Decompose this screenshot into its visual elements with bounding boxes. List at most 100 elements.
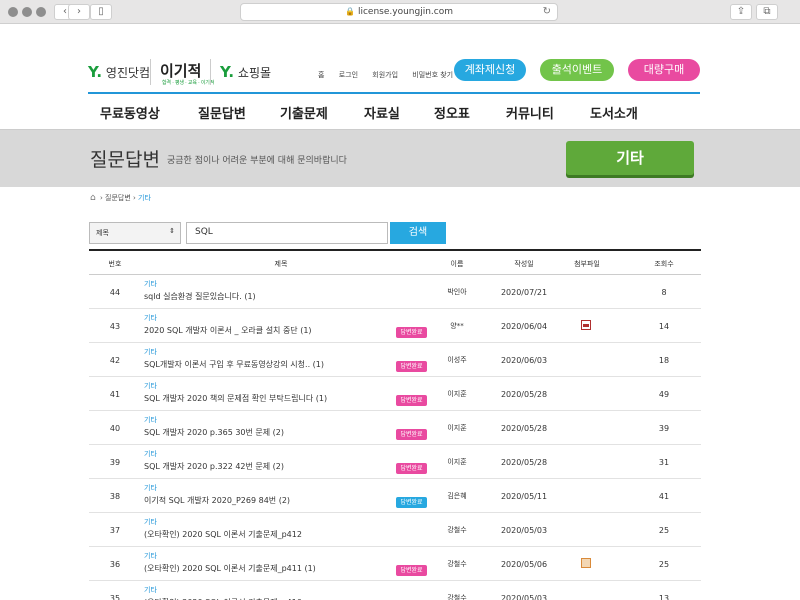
image-attachment-icon[interactable] [581, 558, 591, 568]
row-date: 2020/06/03 [500, 356, 548, 365]
row-author: 양** [450, 322, 464, 330]
row-category: 기타 [144, 586, 157, 594]
minimize-window-button[interactable] [22, 7, 32, 17]
header-views: 조회수 [654, 260, 674, 268]
igijeok-logo[interactable]: 이기적 [160, 60, 201, 81]
login-link[interactable]: 로그인 [339, 71, 358, 79]
row-title-link[interactable]: 이기적 SQL 개발자 2020_P269 84번 (2) [144, 495, 290, 506]
row-views: 13 [658, 594, 670, 600]
breadcrumb-current[interactable]: 기타 [138, 194, 151, 202]
bulk-purchase-button[interactable]: 대량구매 [628, 59, 700, 81]
row-title-link[interactable]: (오타확인) 2020 SQL 이론서 기출문제_p412 [144, 529, 302, 540]
breadcrumb-item[interactable]: 질문답변 [105, 194, 131, 202]
search-button[interactable]: 검색 [390, 222, 446, 244]
row-author: 이성주 [447, 356, 467, 364]
page-banner: 질문답변 궁금한 점이나 어려운 부분에 대해 문의바랍니다 기타 [0, 129, 800, 187]
attendance-event-button[interactable]: 출석이벤트 [540, 59, 614, 81]
home-icon[interactable]: ⌂ [90, 193, 96, 203]
row-views: 8 [661, 288, 667, 297]
header-title: 제목 [274, 260, 288, 268]
menu-errata[interactable]: 정오표 [434, 103, 470, 122]
row-date: 2020/05/28 [500, 424, 548, 433]
row-author: 강철수 [447, 560, 467, 568]
zoom-window-button[interactable] [36, 7, 46, 17]
sidebar-icon[interactable]: ▯ [90, 4, 112, 20]
page-description: 궁금한 점이나 어려운 부분에 대해 문의바랍니다 [167, 156, 347, 166]
header-num: 번호 [108, 260, 122, 268]
row-date: 2020/07/21 [500, 288, 548, 297]
menu-books[interactable]: 도서소개 [590, 103, 638, 122]
answered-badge: 답변완료 [396, 565, 427, 576]
address-bar[interactable]: 🔒 license.youngjin.com ↻ [240, 3, 558, 21]
row-title-link[interactable]: SQL 개발자 2020 책의 문제점 확인 부탁드립니다 (1) [144, 393, 327, 404]
category-button[interactable]: 기타 [566, 141, 694, 175]
header-date: 작성일 [514, 260, 534, 268]
row-views: 14 [658, 322, 670, 331]
table-row[interactable]: 35기타(오타확인) 2020 SQL 이론서 기출문제_p410강철수2020… [89, 581, 701, 600]
answered-badge: 답변완료 [396, 327, 427, 338]
row-views: 41 [658, 492, 670, 501]
signup-link[interactable]: 회원가입 [372, 71, 398, 79]
row-author: 이지훈 [447, 424, 467, 432]
answered-badge: 답변완료 [396, 361, 427, 372]
browser-toolbar: ‹ › ▯ 🔒 license.youngjin.com ↻ ⇪ ⧉ [0, 0, 800, 24]
row-author: 김은혜 [447, 492, 467, 500]
row-views: 49 [658, 390, 670, 399]
row-number: 42 [109, 356, 121, 365]
close-window-button[interactable] [8, 7, 18, 17]
y-logo-icon: Y. [220, 63, 235, 81]
account-apply-button[interactable]: 계좌제신청 [454, 59, 526, 81]
table-row[interactable]: 39 기타 SQL 개발자 2020 p.322 42번 문제 (2) 답변완료 이지훈… [89, 445, 701, 479]
row-date: 2020/05/06 [500, 560, 548, 569]
row-views: 25 [658, 560, 670, 569]
breadcrumb: ⌂ › 질문답변 › 기타 [90, 193, 151, 203]
find-password-link[interactable]: 비밀번호 찾기 [412, 71, 453, 79]
menu-community[interactable]: 커뮤니티 [506, 103, 554, 122]
row-number: 43 [109, 322, 121, 331]
row-title-link[interactable]: SQL 개발자 2020 p.322 42번 문제 (2) [144, 461, 284, 472]
forward-icon[interactable]: › [68, 4, 90, 20]
menu-resources[interactable]: 자료실 [364, 103, 400, 122]
row-author: 이지훈 [447, 390, 467, 398]
row-title-link[interactable]: SQL 개발자 2020 p.365 30번 문제 (2) [144, 427, 284, 438]
home-link[interactable]: 홈 [318, 71, 324, 79]
igijeok-tagline: 합격 · 평생 · 교육 · 이기적 [162, 80, 215, 86]
shop-name: 쇼핑몰 [237, 66, 272, 80]
search-field-select[interactable]: 제목 ⇕ [89, 222, 181, 244]
table-row[interactable]: 38 기타 이기적 SQL 개발자 2020_P269 84번 (2) 답변완료 김은혜… [89, 479, 701, 513]
updown-arrow-icon: ⇕ [169, 227, 175, 235]
pdf-attachment-icon[interactable] [581, 320, 591, 330]
row-author: 강철수 [447, 526, 467, 534]
menu-free-video[interactable]: 무료동영상 [100, 103, 160, 122]
shop-logo[interactable]: Y. 쇼핑몰 [220, 63, 271, 81]
table-row[interactable]: 36 기타 (오타확인) 2020 SQL 이론서 기출문제_p411 (1) 답변완… [89, 547, 701, 581]
table-row[interactable]: 40 기타 SQL 개발자 2020 p.365 30번 문제 (2) 답변완료 이지훈… [89, 411, 701, 445]
row-number: 36 [109, 560, 121, 569]
table-row[interactable]: 42 기타 SQL개발자 이론서 구입 후 무료동영상강의 시청.. (1) 답변완료… [89, 343, 701, 377]
row-title-link[interactable]: SQL개발자 이론서 구입 후 무료동영상강의 시청.. (1) [144, 359, 324, 370]
qna-table: 번호 제목 이름 작성일 첨부파일 조회수 44 기타 sqld 실습환경 질문있습… [89, 249, 701, 600]
tabs-icon[interactable]: ⧉ [756, 4, 778, 20]
search-input[interactable]: SQL [186, 222, 388, 244]
row-category: 기타 [144, 314, 157, 322]
reload-icon[interactable]: ↻ [543, 4, 551, 20]
table-row[interactable]: 37 기타 (오타확인) 2020 SQL 이론서 기출문제_p412 강철수 2020… [89, 513, 701, 547]
logo-divider [150, 59, 151, 85]
row-date: 2020/05/03 [500, 526, 548, 535]
row-number: 41 [109, 390, 121, 399]
row-title-link[interactable]: sqld 실습환경 질문있습니다. (1) [144, 291, 256, 302]
header-attachment: 첨부파일 [574, 260, 600, 268]
table-row[interactable]: 44 기타 sqld 실습환경 질문있습니다. (1) 박인아 2020/07/21 8 [89, 275, 701, 309]
menu-past-exams[interactable]: 기출문제 [280, 103, 328, 122]
share-icon[interactable]: ⇪ [730, 4, 752, 20]
table-row[interactable]: 43 기타 2020 SQL 개발자 이론서 _ 오라클 설치 중단 (1) 답변완료… [89, 309, 701, 343]
menu-qna[interactable]: 질문답변 [198, 103, 246, 122]
row-number: 35 [109, 594, 121, 600]
table-row[interactable]: 41 기타 SQL 개발자 2020 책의 문제점 확인 부탁드립니다 (1) 답변완… [89, 377, 701, 411]
breadcrumb-separator: › [99, 194, 103, 202]
row-number: 40 [109, 424, 121, 433]
youngjin-logo[interactable]: Y. 영진닷컴 [88, 63, 150, 81]
row-title-link[interactable]: (오타확인) 2020 SQL 이론서 기출문제_p411 (1) [144, 563, 316, 574]
row-title-link[interactable]: 2020 SQL 개발자 이론서 _ 오라클 설치 중단 (1) [144, 325, 312, 336]
utility-nav: 홈 로그인 회원가입 비밀번호 찾기 [318, 70, 465, 80]
